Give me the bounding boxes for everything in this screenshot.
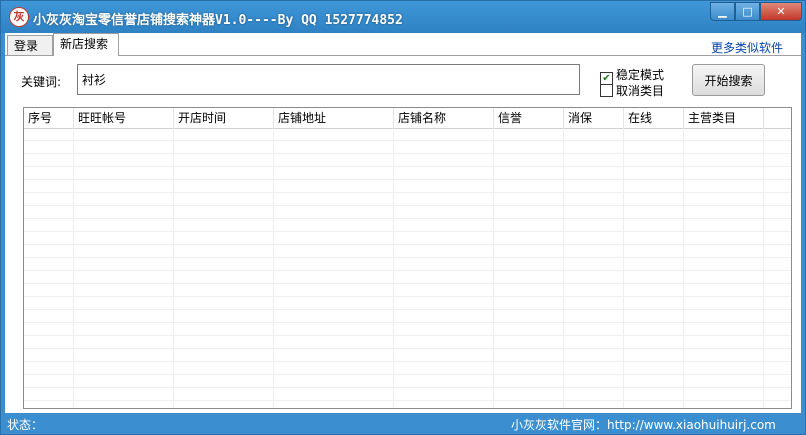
status-text: 状态：	[7, 418, 44, 432]
column-divider	[273, 128, 274, 408]
tab-login[interactable]: 登录	[7, 35, 53, 55]
stable-mode-label: 稳定模式	[616, 68, 665, 82]
minimize-button[interactable]: ▁	[710, 2, 735, 21]
column-header-reputation[interactable]: 信誉	[494, 108, 564, 128]
column-divider	[73, 128, 74, 408]
column-header-open-date[interactable]: 开店时间	[174, 108, 274, 128]
window-title: 小灰灰淘宝零信誉店铺搜索神器V1.0----By QQ 1527774852	[33, 13, 403, 28]
website-text[interactable]: 小灰灰软件官网：http://www.xiaohuihuirj.com	[511, 416, 776, 433]
column-divider	[493, 128, 494, 408]
more-software-link[interactable]: 更多类似软件	[711, 39, 783, 56]
app-window: 灰 小灰灰淘宝零信誉店铺搜索神器V1.0----By QQ 1527774852…	[0, 0, 806, 435]
title-bar[interactable]: 灰 小灰灰淘宝零信誉店铺搜索神器V1.0----By QQ 1527774852…	[1, 1, 805, 33]
status-bar: 状态： 小灰灰软件官网：http://www.xiaohuihuirj.com	[1, 413, 805, 434]
start-search-button[interactable]: 开始搜索	[692, 64, 765, 96]
column-header-main-category[interactable]: 主营类目	[684, 108, 764, 128]
keyword-input[interactable]	[77, 64, 580, 95]
column-divider	[683, 128, 684, 408]
column-divider	[173, 128, 174, 408]
table-body[interactable]	[24, 128, 791, 408]
keyword-label: 关键词:	[21, 75, 62, 89]
close-button[interactable]: ✕	[760, 2, 802, 21]
tab-bar: 登录 新店搜索	[5, 33, 801, 56]
tab-new-store-search[interactable]: 新店搜索	[53, 33, 119, 56]
column-divider	[623, 128, 624, 408]
column-divider	[393, 128, 394, 408]
column-header-consumer-protection[interactable]: 消保	[564, 108, 624, 128]
column-header-online[interactable]: 在线	[624, 108, 684, 128]
results-table[interactable]: 序号 旺旺帐号 开店时间 店铺地址 店铺名称 信誉 消保 在线 主营类目	[23, 107, 792, 409]
cancel-category-checkbox[interactable]: 取消类目	[600, 82, 664, 99]
checkbox-unchecked-icon[interactable]	[600, 84, 613, 97]
maximize-button[interactable]: □	[735, 2, 760, 21]
column-header-store-name[interactable]: 店铺名称	[394, 108, 494, 128]
column-divider	[563, 128, 564, 408]
column-divider	[763, 128, 764, 408]
column-header-index[interactable]: 序号	[24, 108, 74, 128]
table-header: 序号 旺旺帐号 开店时间 店铺地址 店铺名称 信誉 消保 在线 主营类目	[24, 108, 791, 129]
column-header-wangwang-account[interactable]: 旺旺帐号	[74, 108, 174, 128]
main-panel: 登录 新店搜索 更多类似软件 关键词: ✔稳定模式 取消类目 开始搜索 序号 旺…	[5, 33, 801, 413]
cancel-category-label: 取消类目	[616, 84, 665, 98]
app-logo-icon: 灰	[9, 7, 29, 27]
column-header-store-url[interactable]: 店铺地址	[274, 108, 394, 128]
